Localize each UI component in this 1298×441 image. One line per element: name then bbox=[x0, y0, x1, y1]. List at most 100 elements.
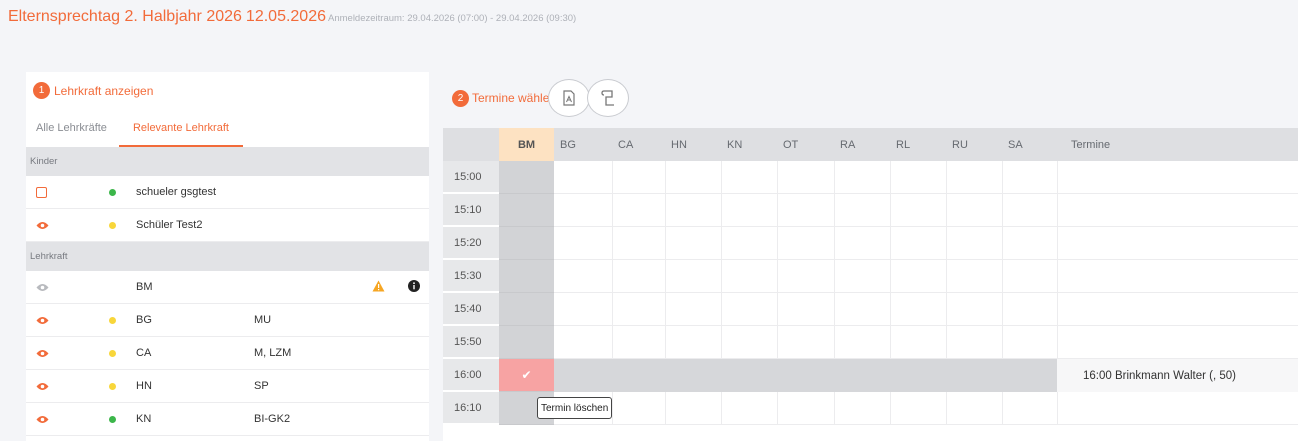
grid-line bbox=[777, 260, 778, 293]
child-row[interactable]: schueler gsgtest bbox=[26, 176, 429, 209]
column-header-teacher[interactable]: KN bbox=[721, 128, 742, 161]
teacher-list: BM BG MU CA M, LZM HN SP KN BI-GK2 bbox=[26, 271, 429, 436]
booked-slot-fill bbox=[554, 359, 1057, 392]
time-slot-row: 15:40 bbox=[443, 293, 1298, 326]
teacher-row[interactable]: KN BI-GK2 bbox=[26, 403, 429, 436]
teacher-abbr: HN bbox=[136, 380, 152, 392]
pdf-export-button[interactable] bbox=[548, 79, 591, 117]
time-slot-row: 15:30 bbox=[443, 260, 1298, 293]
teacher-subjects: BI-GK2 bbox=[254, 413, 291, 425]
time-label: 15:30 bbox=[443, 260, 499, 292]
column-header-teacher[interactable]: RL bbox=[890, 128, 910, 161]
slot-cell-bm[interactable] bbox=[499, 293, 554, 326]
teacher-row[interactable]: BG MU bbox=[26, 304, 429, 337]
time-slot-row: 15:10 bbox=[443, 194, 1298, 227]
print-button[interactable] bbox=[587, 79, 630, 117]
teacher-row[interactable]: BM bbox=[26, 271, 429, 304]
grid-line bbox=[946, 293, 947, 326]
slot-cell-bm[interactable] bbox=[499, 194, 554, 227]
status-dot bbox=[109, 416, 116, 423]
child-row[interactable]: Schüler Test2 bbox=[26, 209, 429, 242]
column-header-termine[interactable]: Termine bbox=[1057, 128, 1110, 161]
grid-line bbox=[946, 392, 947, 425]
slot-cell-bm[interactable] bbox=[499, 227, 554, 260]
teacher-tabs: Alle Lehrkräfte Relevante Lehrkraft bbox=[26, 109, 429, 147]
step-1-header: 1 Lehrkraft anzeigen bbox=[26, 72, 429, 109]
column-header-teacher[interactable]: BM bbox=[499, 128, 554, 161]
status-dot bbox=[109, 317, 116, 324]
grid-line bbox=[665, 227, 666, 260]
eye-icon bbox=[36, 349, 49, 357]
status-dot bbox=[109, 189, 116, 196]
column-header-teacher[interactable]: OT bbox=[777, 128, 798, 161]
time-label: 16:10 bbox=[443, 392, 499, 424]
column-header-teacher[interactable]: CA bbox=[612, 128, 633, 161]
grid-line bbox=[721, 260, 722, 293]
step-1-badge: 1 bbox=[33, 82, 50, 99]
grid-line bbox=[946, 161, 947, 194]
grid-line bbox=[946, 260, 947, 293]
grid-line bbox=[721, 227, 722, 260]
grid-line bbox=[721, 326, 722, 359]
grid-line bbox=[834, 161, 835, 194]
column-header-teacher[interactable]: HN bbox=[665, 128, 687, 161]
status-dot bbox=[109, 383, 116, 390]
status-dot bbox=[109, 350, 116, 357]
teacher-row[interactable]: HN SP bbox=[26, 370, 429, 403]
warning-icon[interactable] bbox=[372, 280, 385, 295]
grid-line bbox=[665, 161, 666, 194]
grid-line bbox=[1002, 260, 1003, 293]
grid-line bbox=[1057, 227, 1058, 260]
grid-line bbox=[1002, 194, 1003, 227]
grid-line bbox=[554, 424, 1298, 425]
checkbox-icon[interactable] bbox=[36, 186, 47, 198]
time-slot-row: 15:50 bbox=[443, 326, 1298, 359]
grid-line bbox=[665, 260, 666, 293]
teacher-subjects: M, LZM bbox=[254, 347, 292, 359]
grid-line bbox=[1002, 293, 1003, 326]
grid-line bbox=[612, 392, 613, 425]
step-2-badge: 2 bbox=[452, 89, 469, 107]
grid-header: BM BG CA HN KN OT RA RL RU SA Termine bbox=[443, 128, 1298, 161]
grid-line bbox=[946, 326, 947, 359]
teacher-row[interactable]: CA M, LZM bbox=[26, 337, 429, 370]
tab-relevant-teachers[interactable]: Relevante Lehrkraft bbox=[118, 109, 243, 147]
teachers-section-header: Lehrkraft bbox=[26, 242, 429, 271]
time-slot-row: 16:00 ✔ 16:00 Brinkmann Walter (, 50) bbox=[443, 359, 1298, 392]
booked-slot-cell[interactable]: ✔ bbox=[499, 359, 554, 392]
page-title: Elternsprechtag 2. Halbjahr 2026 bbox=[8, 8, 242, 25]
teacher-abbr: BG bbox=[136, 314, 152, 326]
step-2-label: Termine wählen bbox=[472, 91, 557, 105]
grid-line bbox=[665, 392, 666, 425]
grid-line bbox=[946, 194, 947, 227]
status-dot bbox=[109, 222, 116, 229]
time-label: 15:20 bbox=[443, 227, 499, 259]
slot-cell-bm[interactable] bbox=[499, 161, 554, 194]
teacher-abbr: BM bbox=[136, 281, 153, 293]
grid-line bbox=[777, 227, 778, 260]
page-header: Elternsprechtag 2. Halbjahr 2026 12.05.2… bbox=[8, 8, 576, 32]
grid-body: 15:00 15:10 15:20 15:30 15:40 15:50 16:00 ✔ 16:0… bbox=[443, 161, 1298, 425]
eye-icon bbox=[36, 382, 49, 390]
grid-line bbox=[890, 161, 891, 194]
tab-all-teachers[interactable]: Alle Lehrkräfte bbox=[26, 109, 119, 147]
column-header-teacher[interactable]: RA bbox=[834, 128, 855, 161]
slot-cell-bm[interactable] bbox=[499, 260, 554, 293]
column-header-teacher[interactable]: BG bbox=[554, 128, 576, 161]
grid-line bbox=[612, 161, 613, 194]
teacher-panel: 1 Lehrkraft anzeigen Alle Lehrkräfte Rel… bbox=[26, 72, 429, 441]
column-header-teacher[interactable]: SA bbox=[1002, 128, 1023, 161]
teacher-abbr: CA bbox=[136, 347, 152, 359]
column-header-teacher[interactable]: RU bbox=[946, 128, 968, 161]
grid-line bbox=[890, 392, 891, 425]
eye-icon bbox=[36, 415, 49, 423]
child-name: Schüler Test2 bbox=[136, 219, 203, 231]
delete-appointment-tooltip: Termin löschen bbox=[537, 397, 613, 419]
grid-line bbox=[1002, 326, 1003, 359]
slot-cell-bm[interactable] bbox=[499, 326, 554, 359]
time-label: 15:10 bbox=[443, 194, 499, 226]
grid-line bbox=[834, 227, 835, 260]
grid-line bbox=[834, 194, 835, 227]
step-2-header: 2 Termine wählen bbox=[452, 78, 630, 118]
info-icon[interactable] bbox=[408, 280, 420, 295]
